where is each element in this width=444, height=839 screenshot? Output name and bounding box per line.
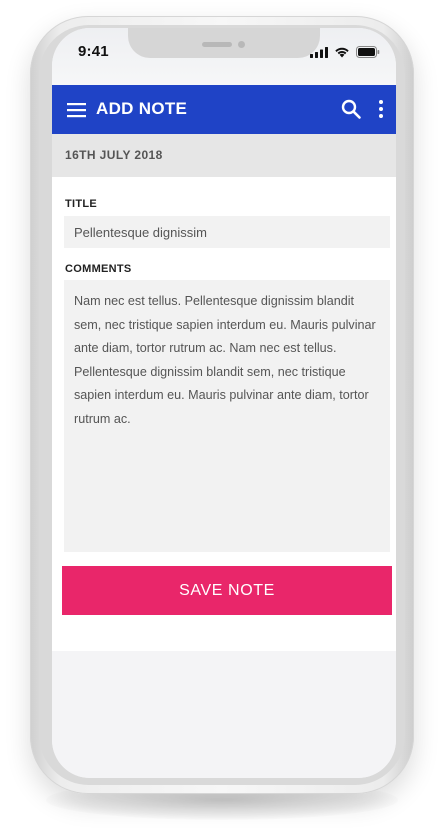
- date-bar: 16TH JULY 2018: [52, 134, 396, 177]
- app-bar: ADD NOTE: [52, 85, 396, 134]
- more-vertical-icon[interactable]: [374, 98, 388, 120]
- empty-area: [52, 651, 396, 778]
- status-bar: 9:41: [52, 28, 396, 85]
- search-icon[interactable]: [340, 98, 362, 120]
- wifi-icon: [335, 47, 349, 58]
- status-time: 9:41: [78, 43, 109, 60]
- cellular-signal-icon: [310, 46, 328, 58]
- battery-icon: [356, 46, 380, 58]
- stage: 9:41 ADD NOTE 16TH JULY 2018 TITLE Pelle…: [0, 0, 444, 839]
- comments-label: COMMENTS: [65, 263, 132, 275]
- title-label: TITLE: [65, 198, 98, 210]
- phone-screen: 9:41 ADD NOTE 16TH JULY 2018 TITLE Pelle…: [52, 28, 396, 778]
- hamburger-menu-icon[interactable]: [66, 99, 88, 121]
- save-note-button[interactable]: SAVE NOTE: [62, 566, 392, 615]
- status-icons: [310, 46, 380, 58]
- title-input[interactable]: [64, 216, 390, 248]
- note-form: TITLE COMMENTS Nam nec est tellus. Pelle…: [52, 177, 396, 651]
- page-title: ADD NOTE: [96, 99, 188, 118]
- note-date: 16TH JULY 2018: [65, 148, 163, 162]
- front-camera: [238, 41, 245, 48]
- comments-textarea[interactable]: Nam nec est tellus. Pellentesque digniss…: [64, 280, 390, 552]
- speaker-grille: [202, 42, 232, 47]
